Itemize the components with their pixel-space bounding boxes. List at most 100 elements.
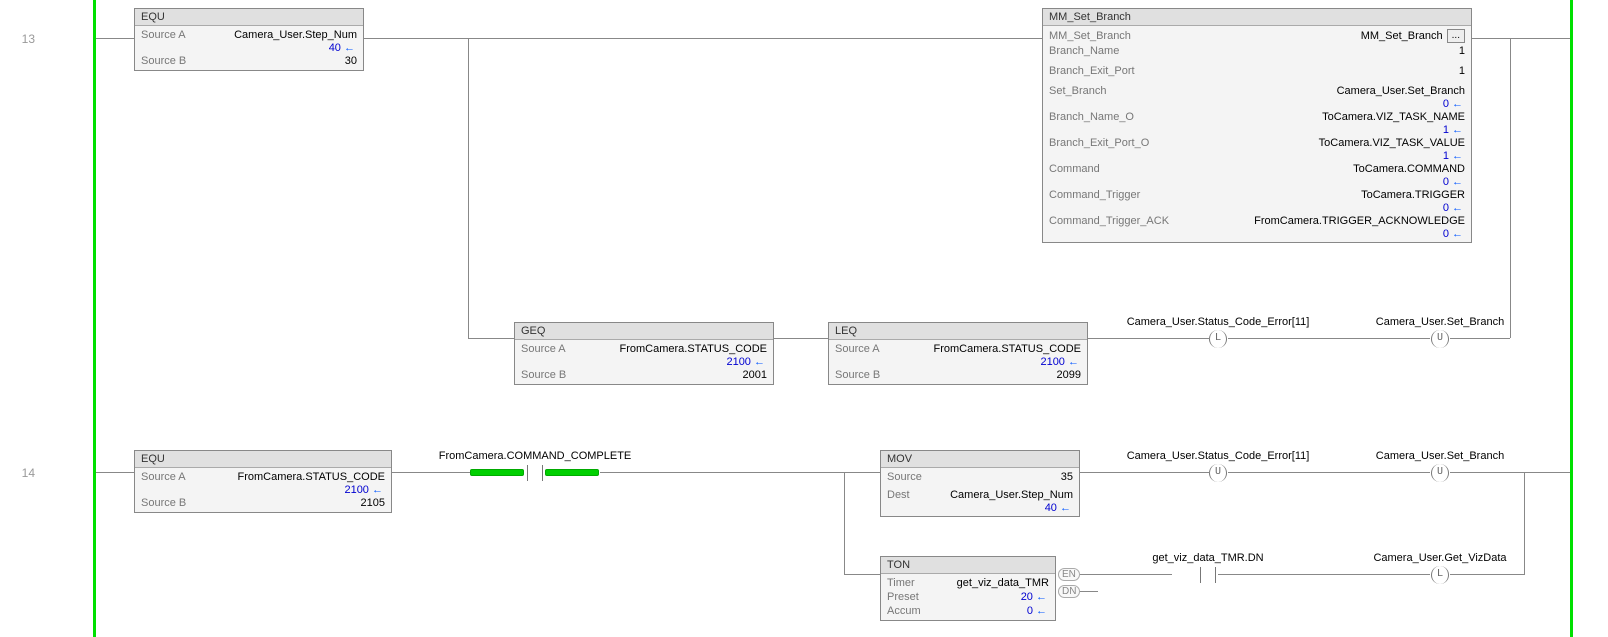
param-val: ToCamera.VIZ_TASK_VALUE [1319,137,1465,149]
live-value: 2100 [521,356,767,368]
equ-block-1[interactable]: EQU Source A Camera_User.Step_Num 40 Sou… [134,8,364,71]
param-val: FromCamera.STATUS_CODE [933,343,1081,355]
xic-tmr-dn[interactable]: get_viz_data_TMR.DN [1128,552,1288,584]
param-val: FromCamera.TRIGGER_ACKNOWLEDGE [1254,215,1465,227]
param-val: ToCamera.COMMAND [1353,163,1465,175]
param-val: 2105 [361,497,385,509]
coil-label: Camera_User.Set_Branch [1350,316,1530,328]
coil-unlatch-set-branch[interactable]: Camera_User.Set_Branch U [1350,316,1530,348]
param-val: 1 [1459,65,1465,77]
wire [96,38,134,39]
wire [1450,338,1510,339]
block-title: MM_Set_Branch [1043,9,1471,26]
param-label: Source B [141,497,186,509]
energized-indicator [545,469,599,476]
param-label: Preset [887,591,919,603]
coil-latch-status-error[interactable]: Camera_User.Status_Code_Error[11] L [1108,316,1328,348]
param-val: 1 [1459,45,1465,57]
param-label: Branch_Exit_Port [1049,65,1135,77]
wire [1362,472,1430,473]
wire [600,472,844,473]
param-label: Timer [887,577,915,589]
param-val: 2001 [743,369,767,381]
wire [774,338,828,339]
live-value: 0 [1049,228,1465,240]
param-label: Dest [887,489,910,501]
wire [1450,472,1524,473]
rung-number-14: 14 [5,466,35,480]
leq-block[interactable]: LEQ Source A FromCamera.STATUS_CODE 2100… [828,322,1088,385]
coil-label: Camera_User.Set_Branch [1350,450,1530,462]
wire [96,472,134,473]
param-val: ToCamera.VIZ_TASK_NAME [1322,111,1465,123]
mov-block[interactable]: MOV Source 35 Dest Camera_User.Step_Num … [880,450,1080,517]
geq-block[interactable]: GEQ Source A FromCamera.STATUS_CODE 2100… [514,322,774,385]
live-value: 20 [927,591,1049,603]
param-val: 30 [345,55,357,67]
coil-unlatch-status-error[interactable]: Camera_User.Status_Code_Error[11] U [1108,450,1328,482]
param-val: 35 [1061,471,1073,483]
coil-label: Camera_User.Status_Code_Error[11] [1108,316,1328,328]
param-label: Branch_Name [1049,45,1119,57]
wire [364,38,468,39]
param-label: Source A [141,471,186,483]
wire [844,472,845,574]
param-label: Source A [521,343,566,355]
ellipsis-button[interactable]: ... [1447,29,1465,43]
coil-latch-get-vizdata[interactable]: Camera_User.Get_VizData L [1350,552,1530,584]
param-label: Source A [141,29,186,41]
wire [1156,472,1210,473]
wire [1156,338,1210,339]
wire [1450,574,1525,575]
param-label: Command_Trigger_ACK [1049,215,1169,227]
rung-number-13: 13 [5,32,35,46]
live-value: 0 [1049,98,1465,110]
wire [1228,472,1362,473]
param-val: get_viz_data_TMR [957,577,1049,589]
coil-label: Camera_User.Get_VizData [1350,552,1530,564]
xic-command-complete[interactable]: FromCamera.COMMAND_COMPLETE [420,450,650,482]
live-value: 0 [1049,176,1465,188]
energized-indicator [470,469,524,476]
param-label: Branch_Name_O [1049,111,1134,123]
wire [1228,338,1362,339]
param-label: MM_Set_Branch [1049,30,1131,42]
coil-label: Camera_User.Status_Code_Error[11] [1108,450,1328,462]
wire [844,472,880,473]
param-label: Accum [887,605,921,617]
en-pin: EN [1058,569,1080,580]
live-value: 40 [141,42,357,54]
param-label: Source B [141,55,186,67]
param-val: FromCamera.STATUS_CODE [619,343,767,355]
param-val: FromCamera.STATUS_CODE [237,471,385,483]
wire [1524,472,1570,473]
contact-label: get_viz_data_TMR.DN [1128,552,1288,564]
live-value: 0 [1049,202,1465,214]
wire [1510,38,1570,39]
live-value: 2100 [835,356,1081,368]
wire [1472,38,1510,39]
wire [1362,574,1430,575]
right-power-rail [1570,0,1573,637]
param-label: Source A [835,343,880,355]
mm-set-branch-block[interactable]: MM_Set_Branch MM_Set_BranchMM_Set_Branch… [1042,8,1472,243]
live-value: 0 [929,605,1049,617]
wire [1080,591,1098,592]
wire [1510,38,1511,338]
live-value: 40 [887,502,1073,514]
coil-unlatch-set-branch-2[interactable]: Camera_User.Set_Branch U [1350,450,1530,482]
live-value: 1 [1049,124,1465,136]
param-label: Command_Trigger [1049,189,1140,201]
param-val: Camera_User.Set_Branch [1337,85,1465,97]
param-label: Source [887,471,922,483]
ton-block[interactable]: TON Timer get_viz_data_TMR Preset 20 Acc… [880,556,1056,621]
block-title: EQU [135,9,363,26]
block-title: TON [881,557,1055,574]
param-val: 2099 [1057,369,1081,381]
wire [844,574,880,575]
block-title: GEQ [515,323,773,340]
equ-block-2[interactable]: EQU Source A FromCamera.STATUS_CODE 2100… [134,450,392,513]
param-val: Camera_User.Step_Num [234,29,357,41]
wire [468,38,1042,39]
wire [1362,338,1430,339]
